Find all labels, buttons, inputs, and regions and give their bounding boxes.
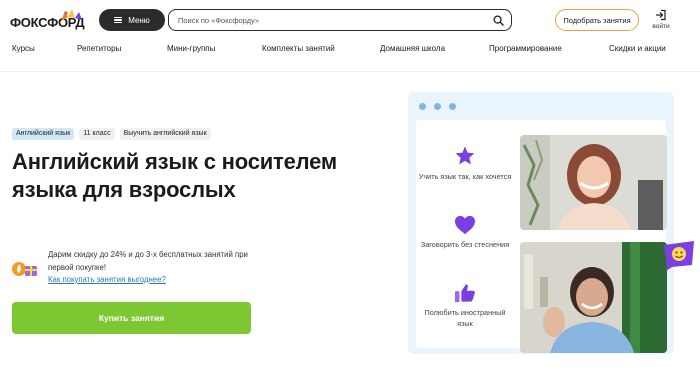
breadcrumb-tags: Английский язык 11 класс Выучить английс… <box>12 128 211 140</box>
feature-item: Полюбить иностранный язык <box>416 283 514 329</box>
window-dot <box>449 103 456 110</box>
star-icon <box>455 146 475 165</box>
feature-text: Заговорить без стеснения <box>420 240 510 249</box>
nav-item-tutors[interactable]: Репетиторы <box>77 44 121 53</box>
chat-smiley-icon[interactable] <box>662 241 696 271</box>
buy-classes-button[interactable]: Купить занятия <box>12 302 251 334</box>
logo-fox-icon <box>61 9 82 21</box>
heart-icon <box>455 215 475 235</box>
feature-item: Учить язык так, как хочется <box>416 145 514 182</box>
main-nav: Курсы Репетиторы Мини-группы Комплекты з… <box>0 44 700 58</box>
feature-item: Заговорить без стеснения <box>416 215 514 250</box>
teacher-photo-1 <box>520 135 667 230</box>
search-input[interactable] <box>178 13 478 27</box>
teacher-photo-2 <box>520 242 667 353</box>
search-box <box>168 9 512 31</box>
card-panel: Учить язык так, как хочется Заговорить б… <box>416 120 667 353</box>
feature-text: Учить язык так, как хочется <box>418 172 512 181</box>
search-icon[interactable] <box>493 15 504 26</box>
thumbs-up-icon <box>455 284 475 303</box>
nav-item-home-school[interactable]: Домашняя школа <box>380 44 445 53</box>
tag-learn-english[interactable]: Выучить английский язык <box>119 128 211 140</box>
nav-item-mini-groups[interactable]: Мини-группы <box>167 44 215 53</box>
promo-block: Дарим скидку до 24% и до 3-х бесплатных … <box>12 248 272 288</box>
illustration-card: Учить язык так, как хочется Заговорить б… <box>408 92 674 354</box>
nav-item-programming[interactable]: Программирование <box>489 44 562 53</box>
window-dot <box>419 103 426 110</box>
teacher-photo-2-image <box>520 242 667 353</box>
page-title: Английский язык с носителем языка для вз… <box>12 149 337 202</box>
tag-grade[interactable]: 11 класс <box>79 128 115 140</box>
window-bar <box>408 92 674 120</box>
login-button[interactable]: войти <box>649 9 673 35</box>
nav-item-lesson-sets[interactable]: Комплекты занятий <box>262 44 335 53</box>
login-icon <box>655 9 666 21</box>
teacher-photo-1-image <box>520 135 667 230</box>
menu-button[interactable]: Меню <box>99 9 165 31</box>
nav-item-discounts[interactable]: Скидки и акции <box>609 44 666 53</box>
logo[interactable]: ФОКСФОРД <box>10 8 90 32</box>
menu-button-label: Меню <box>128 15 150 25</box>
site-header: ФОКСФОРД Меню Подобрать занятия войти <box>0 0 700 38</box>
pick-classes-button[interactable]: Подобрать занятия <box>555 9 639 31</box>
nav-divider <box>0 71 700 72</box>
feature-text: Полюбить иностранный язык <box>424 308 506 328</box>
burger-icon <box>114 16 123 24</box>
promo-text: Дарим скидку до 24% и до 3-х бесплатных … <box>48 250 248 272</box>
tag-english[interactable]: Английский язык <box>12 128 75 140</box>
gift-fire-icon <box>12 262 37 276</box>
promo-link[interactable]: Как покупать занятия выгоднее? <box>48 275 166 284</box>
nav-item-courses[interactable]: Курсы <box>12 44 35 53</box>
window-dot <box>434 103 441 110</box>
login-label: войти <box>652 23 670 30</box>
